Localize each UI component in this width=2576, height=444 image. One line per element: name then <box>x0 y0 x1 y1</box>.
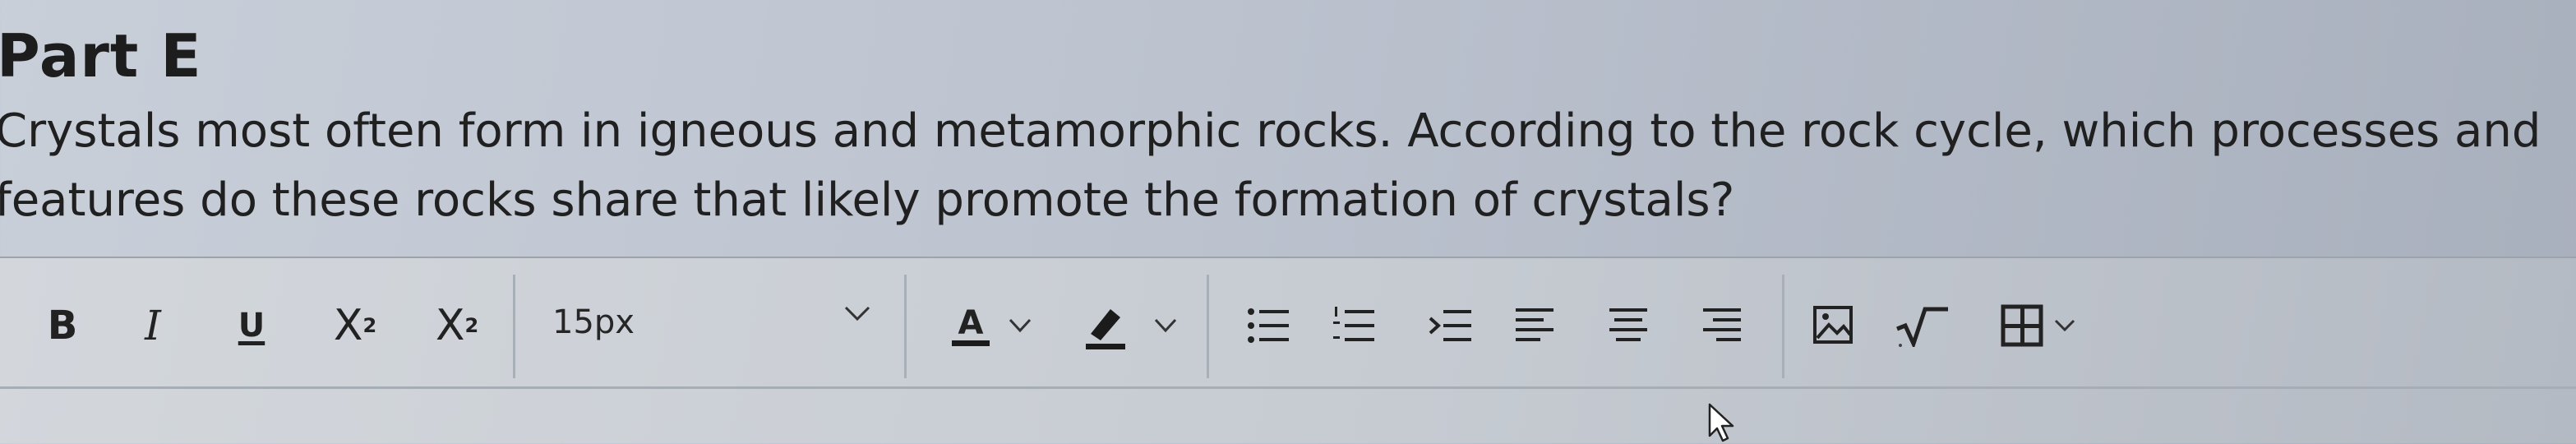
highlighter-icon <box>1086 309 1125 349</box>
numbered-list-icon <box>1333 307 1374 341</box>
indent-icon <box>1429 310 1471 341</box>
align-left-button[interactable] <box>1506 293 1563 358</box>
toolbar-divider <box>1207 275 1209 378</box>
italic-button[interactable]: I <box>123 293 182 358</box>
align-right-button[interactable] <box>1693 293 1751 358</box>
question-text: Crystals most often form in igneous and … <box>0 97 2543 235</box>
text-color-letter: A <box>951 306 990 346</box>
superscript-button[interactable]: X2 <box>314 293 396 358</box>
rich-text-editor: B I U X2 X2 15px A <box>0 257 2576 443</box>
align-right-icon <box>1703 308 1741 341</box>
align-center-icon <box>1609 308 1647 341</box>
superscript-base: X <box>333 301 363 350</box>
mouse-cursor-icon <box>1708 403 1734 442</box>
chevron-down-icon <box>844 306 870 321</box>
chevron-down-icon <box>1009 318 1032 333</box>
subscript-button[interactable]: X2 <box>416 293 498 358</box>
editor-text-area[interactable] <box>0 389 2576 443</box>
numbered-list-button[interactable] <box>1325 293 1383 358</box>
question-line-1: Crystals most often form in igneous and … <box>0 104 2541 158</box>
square-root-icon <box>1896 307 1948 347</box>
font-size-value: 15px <box>552 303 635 341</box>
align-center-button[interactable] <box>1600 293 1657 358</box>
align-left-icon <box>1516 308 1553 341</box>
toolbar-divider <box>904 275 907 378</box>
bullet-list-button[interactable] <box>1240 293 1297 358</box>
math-equation-button[interactable] <box>1890 293 1956 358</box>
toolbar-divider <box>1782 275 1784 378</box>
underline-button[interactable]: U <box>222 293 281 358</box>
highlight-color-button[interactable] <box>1069 293 1192 358</box>
chevron-down-icon <box>2054 319 2075 332</box>
table-icon <box>2001 304 2043 347</box>
subscript-base: X <box>435 301 465 350</box>
question-line-2: features do these rocks share that likel… <box>0 173 1735 227</box>
editor-toolbar: B I U X2 X2 15px A <box>0 258 2576 389</box>
toolbar-divider <box>513 275 515 378</box>
text-color-button[interactable]: A <box>939 293 1046 358</box>
subscript-index: 2 <box>464 314 479 337</box>
bullet-list-icon <box>1248 308 1289 343</box>
indent-button[interactable] <box>1422 293 1480 358</box>
insert-image-icon <box>1813 306 1853 344</box>
insert-image-button[interactable] <box>1805 293 1863 358</box>
chevron-down-icon <box>1154 318 1177 333</box>
part-heading: Part E <box>0 21 202 90</box>
superscript-exponent: 2 <box>362 314 377 337</box>
bold-button[interactable]: B <box>33 293 92 358</box>
insert-table-button[interactable] <box>1989 293 2088 358</box>
font-size-select[interactable]: 15px <box>518 258 904 386</box>
